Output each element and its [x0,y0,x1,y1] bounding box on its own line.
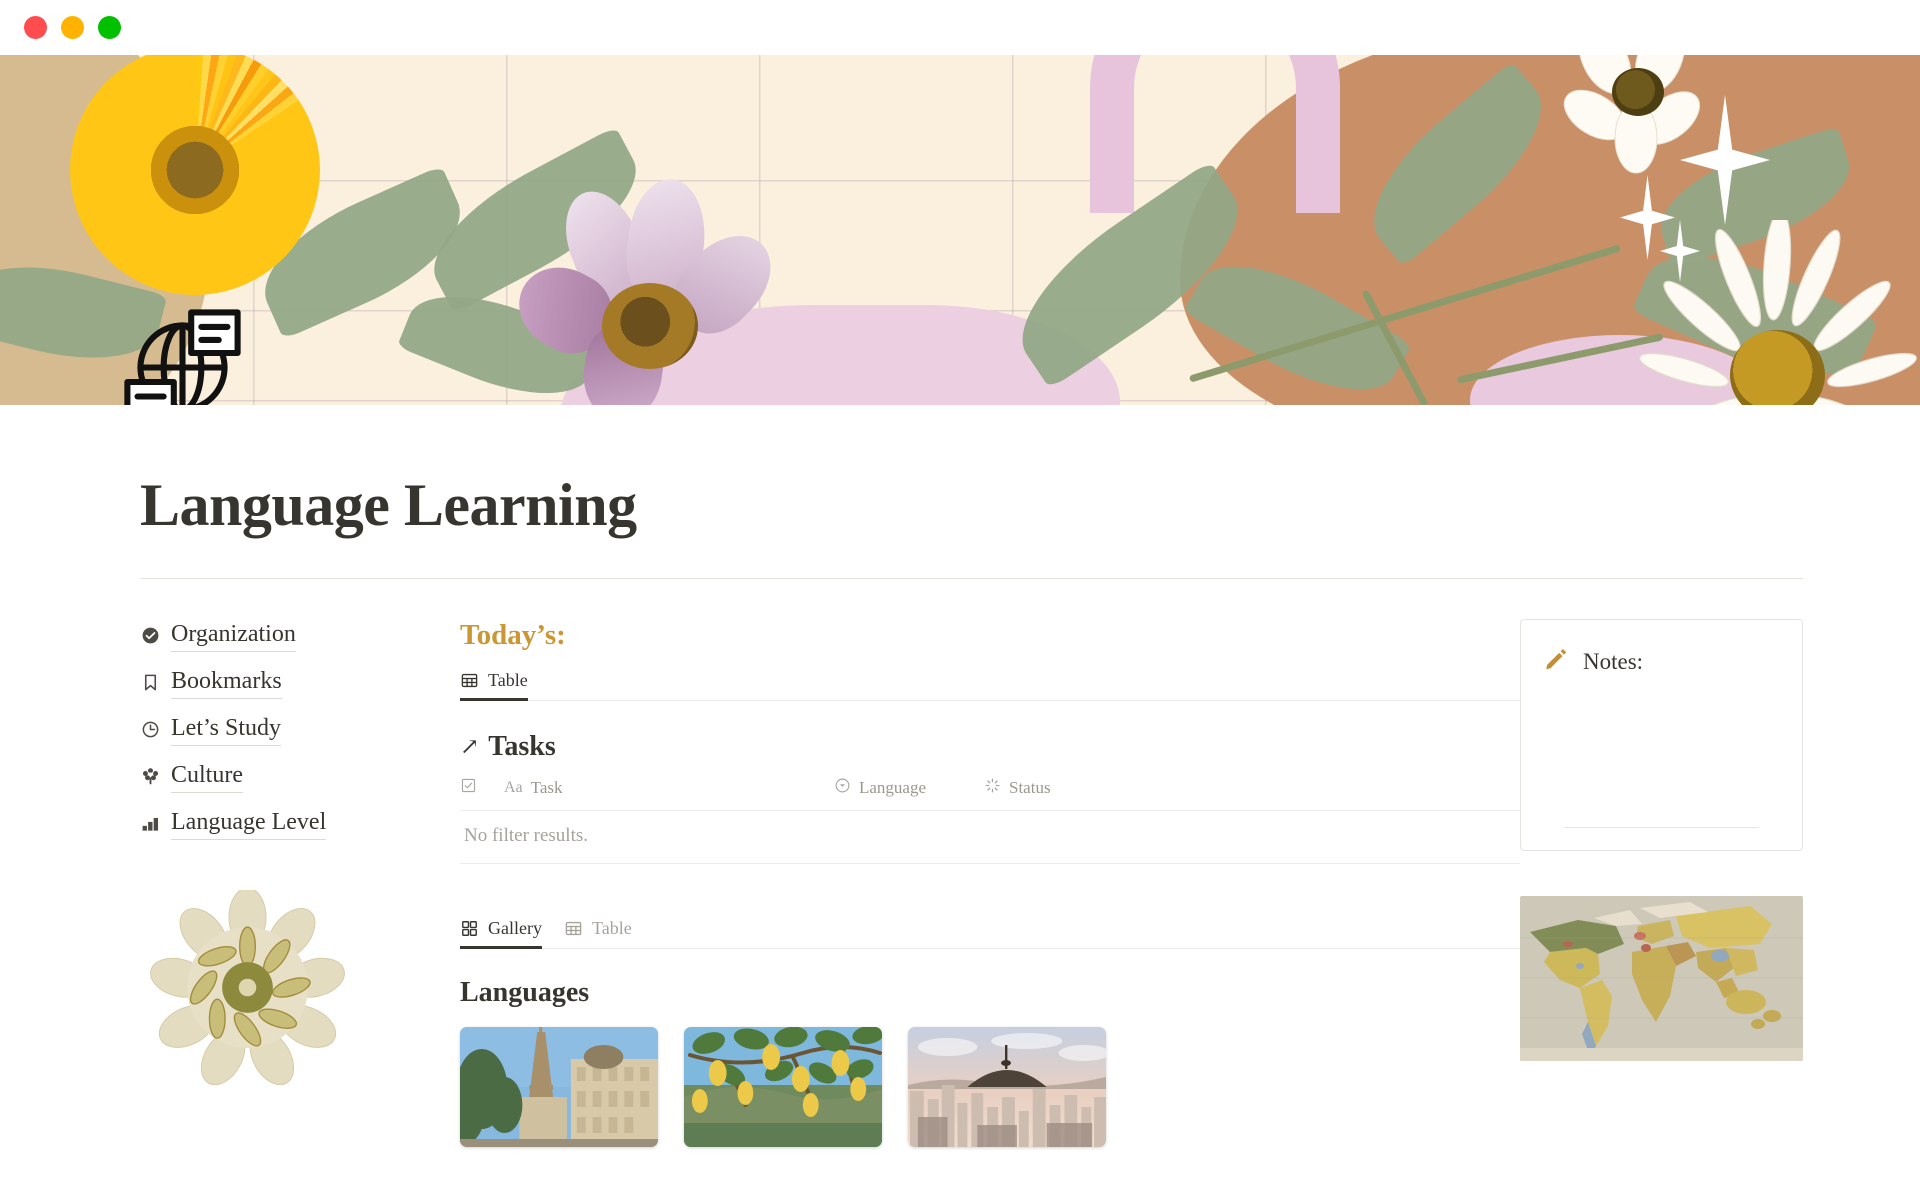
column-header-label: Task [530,778,563,797]
check-circle-icon [140,626,160,646]
select-circle-icon [834,777,851,799]
pressed-flower-image [150,887,345,1086]
column-header-label: Status [1009,778,1051,797]
notes-header: Notes: [1543,646,1780,677]
right-sidebar-column: Notes: [1520,619,1803,1147]
sidebar-item-label: Language Level [171,807,327,840]
arrow-up-right-icon: ↗ [460,734,480,759]
sidebar-item-label: Organization [171,619,296,652]
column-header-language[interactable]: Language [834,777,984,799]
window-minimize-button[interactable] [61,16,84,39]
lemon-tree-coast-card[interactable] [684,1027,882,1147]
window-titlebar [0,0,1920,55]
aa-text-icon: Aa [504,779,523,796]
tasks-column-headers: Aa Task Language Status [460,777,1520,811]
tab-label: Table [591,918,632,938]
vintage-world-map-image[interactable] [1520,896,1803,1061]
tab-table-languages[interactable]: Table [564,918,632,948]
tab-gallery-languages[interactable]: Gallery [460,918,542,949]
tab-label: Table [488,670,528,690]
notes-divider [1564,827,1759,828]
main-content-column: Today’s: Table ↗ Tasks Aa Task Language … [460,619,1520,1147]
banner-white-daisy-large [1620,220,1920,405]
column-header-task[interactable]: Aa Task [504,778,834,798]
gallery-grid-icon [460,919,479,938]
sidebar-item-culture[interactable]: Culture [140,760,460,793]
column-header-status[interactable]: Status [984,777,1144,799]
languages-database-title: Languages [460,977,590,1008]
three-column-layout: Organization Bookmarks Let’s Study Cultu… [140,579,1810,1147]
sidebar-item-lets-study[interactable]: Let’s Study [140,713,460,746]
table-icon [460,671,479,690]
banner-yellow-flower [70,55,320,295]
window-maximize-button[interactable] [98,16,121,39]
page-body: Language Learning Organization Bookmarks… [0,405,1920,1147]
flower-icon [140,767,160,787]
sidebar-item-organization[interactable]: Organization [140,619,460,652]
bar-chart-icon [140,814,160,834]
languages-view-tabs: Gallery Table [460,918,1520,949]
table-icon [564,919,583,938]
tasks-title-label: Tasks [488,731,556,762]
globe-translate-icon[interactable] [110,295,255,405]
status-spinner-icon [984,777,1001,799]
sidebar-item-label: Let’s Study [171,713,282,746]
sidebar-item-language-level[interactable]: Language Level [140,807,460,840]
notes-title: Notes: [1583,648,1644,674]
checkbox-icon [460,777,477,799]
seoul-skyline-card[interactable] [908,1027,1106,1147]
today-heading: Today’s: [460,619,566,651]
banner-white-daisy [1550,55,1720,190]
notes-card[interactable]: Notes: [1520,619,1803,851]
eiffel-tower-paris-card[interactable] [460,1027,658,1147]
languages-gallery [460,1027,1520,1147]
sidebar-item-label: Bookmarks [171,666,282,699]
left-sidebar-column: Organization Bookmarks Let’s Study Cultu… [140,619,460,1147]
clock-icon [140,720,160,740]
today-view-tabs: Table [460,670,1520,701]
bookmark-icon [140,673,160,693]
page-cover-banner[interactable] [0,55,1920,405]
tab-label: Gallery [488,918,542,938]
tasks-empty-state: No filter results. [460,811,1520,864]
tasks-database-title[interactable]: ↗ Tasks [460,731,1520,763]
column-header-checkbox[interactable] [460,777,504,799]
sidebar-item-label: Culture [171,760,243,793]
column-header-label: Language [859,778,927,797]
page-title: Language Learning [140,472,637,538]
window-close-button[interactable] [24,16,47,39]
sidebar-item-bookmarks[interactable]: Bookmarks [140,666,460,699]
tab-table-today[interactable]: Table [460,670,528,701]
banner-pink-cosmos-flower [504,175,789,405]
pencil-icon [1543,646,1569,677]
